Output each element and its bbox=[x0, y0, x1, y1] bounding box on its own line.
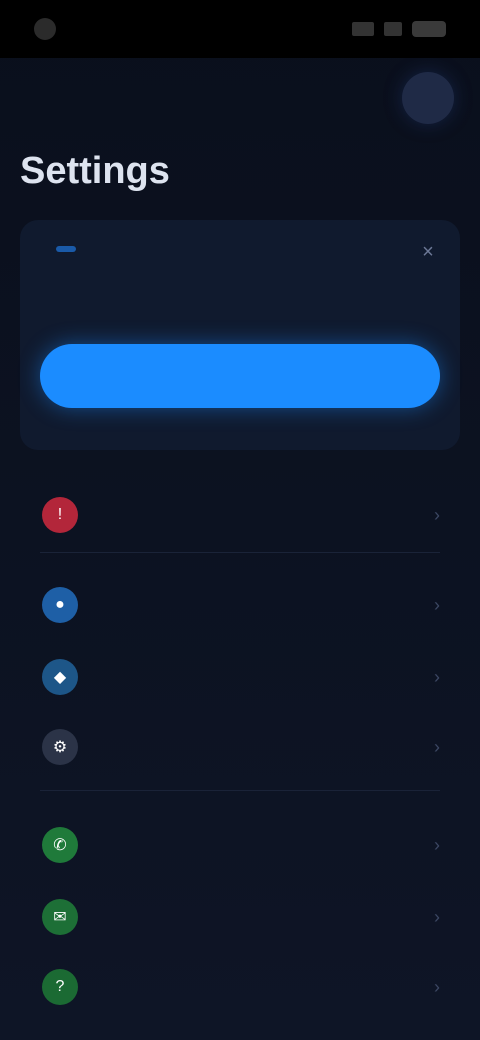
notification-icon bbox=[34, 18, 56, 40]
help-icon: ? bbox=[42, 969, 78, 1005]
chevron-right-icon: › bbox=[434, 834, 440, 855]
profile-avatar-button[interactable] bbox=[402, 72, 454, 124]
chevron-right-icon: › bbox=[434, 594, 440, 615]
card-badge bbox=[56, 246, 76, 252]
chevron-right-icon: › bbox=[434, 736, 440, 757]
section-divider bbox=[40, 790, 440, 791]
chevron-right-icon: › bbox=[434, 504, 440, 525]
alert-icon: ! bbox=[42, 497, 78, 533]
status-left bbox=[34, 18, 66, 40]
menu-item-3[interactable]: ◆ › bbox=[20, 646, 460, 708]
card-header bbox=[46, 246, 76, 252]
menu-item-5[interactable]: ✆ › bbox=[20, 814, 460, 876]
battery-icon bbox=[412, 21, 446, 37]
menu-item-6[interactable]: ✉ › bbox=[20, 886, 460, 948]
chat-icon: ✉ bbox=[42, 899, 78, 935]
signal-icon bbox=[352, 22, 374, 36]
promo-card: × bbox=[20, 220, 460, 450]
chevron-right-icon: › bbox=[434, 976, 440, 997]
status-bar bbox=[0, 0, 480, 58]
gear-icon: ⚙ bbox=[42, 729, 78, 765]
phone-icon: ✆ bbox=[42, 827, 78, 863]
shield-icon: ◆ bbox=[42, 659, 78, 695]
chevron-right-icon: › bbox=[434, 906, 440, 927]
menu-item-7[interactable]: ? › bbox=[20, 956, 460, 1018]
status-right bbox=[352, 21, 446, 37]
page-title: Settings bbox=[20, 150, 170, 192]
primary-action-button[interactable] bbox=[40, 344, 440, 408]
chevron-right-icon: › bbox=[434, 666, 440, 687]
close-icon[interactable]: × bbox=[416, 240, 440, 264]
menu-item-4[interactable]: ⚙ › bbox=[20, 716, 460, 778]
account-icon: ● bbox=[42, 587, 78, 623]
wifi-icon bbox=[384, 22, 402, 36]
divider bbox=[40, 552, 440, 553]
menu-item-1[interactable]: ! › bbox=[20, 484, 460, 546]
menu-item-2[interactable]: ● › bbox=[20, 574, 460, 636]
